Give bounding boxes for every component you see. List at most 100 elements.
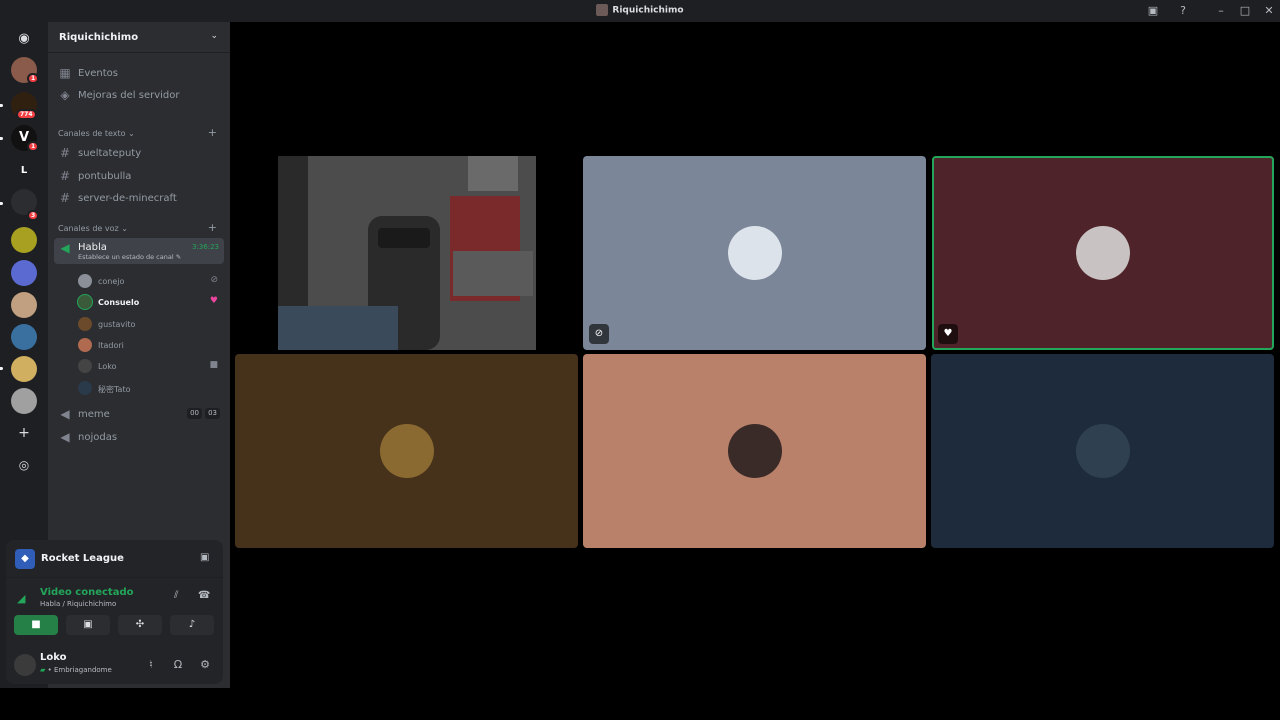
activities-button[interactable]: ✣ [118,615,162,635]
voice-channel-habla[interactable]: ◀ Habla 3:36:23 Establece un estado de c… [54,238,224,264]
user-name[interactable]: Loko [40,652,67,663]
inbox-icon[interactable]: ▣ [1145,3,1161,19]
server-icon-4[interactable] [11,227,37,253]
channel-label: Habla [78,242,107,253]
title-bar: Riquichichimo ▣ ? – □ ✕ [0,0,1280,22]
signal-icon: ◢ [17,592,26,605]
voice-user-name: conejo [98,277,125,286]
game-name: Rocket League [41,553,124,564]
activity-icon: ♥ [938,324,958,344]
speaker-icon: ◀ [60,430,70,444]
menu-label: Eventos [78,68,118,79]
voice-channel-meme[interactable]: ◀ meme 00 03 [54,404,224,424]
soundboard-button[interactable]: ♪ [170,615,214,635]
discord-home-icon[interactable]: ◉ [11,26,37,52]
camera-button[interactable]: ■ [14,615,58,635]
user-panel: Loko ▰ • Embriagandome ♮ Ω ⚙ [6,646,223,684]
noise-suppression-icon[interactable]: ⫽ [174,590,178,601]
unread-pill [0,104,3,107]
add-channel-icon[interactable]: + [208,126,217,139]
menu-server-boost[interactable]: ◈ Mejoras del servidor [54,85,224,105]
user-count-badge: 00 [187,408,202,419]
disconnect-icon[interactable]: ☎ [198,590,210,601]
server-icon-8[interactable] [11,356,37,382]
add-server-icon[interactable]: + [11,420,37,446]
microphone-icon[interactable]: ♮ [141,655,161,675]
stream-game-icon[interactable]: ▣ [200,552,209,563]
guild-header[interactable]: Riquichichimo ⌄ [48,22,230,53]
video-tile-participant[interactable]: ⊘ [583,156,926,350]
hash-icon: # [59,169,71,183]
screen-share-button[interactable]: ▣ [66,615,110,635]
video-tile-participant-speaking[interactable]: ♥ [932,156,1274,350]
unread-pill [0,367,3,370]
voice-user[interactable]: 秘密Tato [78,378,224,398]
calendar-icon: ▦ [59,66,71,80]
minimize-button[interactable]: – [1213,3,1229,19]
activities-icon: ✣ [135,619,145,630]
server-badge: 774 [16,109,37,120]
unread-pill [0,202,3,205]
help-icon[interactable]: ? [1175,3,1191,19]
user-limit-badge: 03 [205,408,220,419]
connection-status[interactable]: Video conectado [40,587,133,598]
server-icon-7[interactable] [11,324,37,350]
video-tile-participant[interactable] [235,354,578,548]
avatar [78,295,92,309]
category-voice[interactable]: Canales de voz ⌄ [58,224,128,233]
server-icon-9[interactable] [11,388,37,414]
voice-user-name: gustavito [98,320,136,329]
maximize-button[interactable]: □ [1237,3,1253,19]
voice-channel-nojodas[interactable]: ◀ nojodas [54,427,224,447]
gear-icon[interactable]: ⚙ [195,655,215,675]
channel-sueltateputy[interactable]: # sueltateputy [54,143,224,163]
avatar [1076,226,1130,280]
server-icon-letter[interactable]: L [11,158,37,184]
close-button[interactable]: ✕ [1261,3,1277,19]
camera-icon: ■ [31,619,41,630]
avatar [78,338,92,352]
connection-channel[interactable]: Habla / Riquichichimo [40,600,116,608]
game-activity-panel: ◆ Rocket League ▣ [6,540,223,578]
video-tile-camera[interactable] [278,156,536,350]
channel-label: pontubulla [78,171,132,182]
avatar [727,226,782,280]
channel-label: meme [78,409,110,420]
headphones-icon[interactable]: Ω [168,655,188,675]
category-text[interactable]: Canales de texto ⌄ [58,129,135,138]
controller-icon: ▰ [40,666,46,674]
voice-user-name: Loko [98,362,117,371]
hash-icon: # [59,146,71,160]
rocket-league-icon: ◆ [15,549,35,569]
muted-icon: ⊘ [589,324,609,344]
video-tile-participant[interactable] [931,354,1274,548]
server-badge: 1 [27,73,40,84]
video-tile-participant[interactable] [583,354,926,548]
server-icon-6[interactable] [11,292,37,318]
discover-icon[interactable]: ◎ [11,452,37,478]
avatar[interactable] [14,654,36,676]
voice-user-name: 秘密Tato [98,385,131,394]
avatar [1075,424,1130,478]
voice-user[interactable]: Loko ■ [78,356,224,376]
speaker-icon: ◀ [60,407,70,421]
voice-connection-panel: ◢ Video conectado Habla / Riquichichimo … [6,578,223,646]
screen-share-icon: ▣ [83,619,93,630]
set-channel-status[interactable]: Establece un estado de canal ✎ [78,253,181,261]
server-icon-5[interactable] [11,260,37,286]
voice-user[interactable]: Consuelo ♥ [78,292,224,312]
avatar [379,424,434,478]
server-avatar-icon [596,4,609,16]
voice-user-name: Itadori [98,341,124,350]
channel-server-de-minecraft[interactable]: # server-de-minecraft [54,188,224,208]
add-channel-icon[interactable]: + [208,221,217,234]
guild-name: Riquichichimo [59,32,139,43]
voice-user[interactable]: gustavito [78,314,224,334]
voice-user[interactable]: Itadori [78,335,224,355]
menu-events[interactable]: ▦ Eventos [54,63,224,83]
avatar [78,359,92,373]
server-badge: 1 [27,141,40,152]
channel-pontubulla[interactable]: # pontubulla [54,166,224,186]
voice-user[interactable]: conejo ⊘ [78,271,224,291]
avatar [78,317,92,331]
